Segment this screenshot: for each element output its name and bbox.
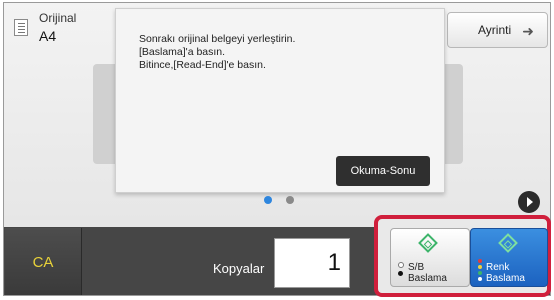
- start-icon: [498, 233, 518, 253]
- bw-start-label: S/B Baslama: [408, 262, 447, 284]
- detail-button-label: Ayrinti: [478, 23, 512, 37]
- copies-input[interactable]: 1: [274, 238, 350, 288]
- next-original-dialog: Sonrakı orijinal belgeyi yerleştirin. [B…: [115, 8, 445, 193]
- document-icon: [14, 19, 28, 36]
- arrow-right-icon: ➜: [522, 23, 534, 39]
- color-start-label: Renk Baslama: [486, 262, 525, 284]
- color-start-label-line2: Baslama: [486, 273, 525, 284]
- start-icon: [418, 233, 438, 253]
- read-end-button[interactable]: Okuma-Sonu: [336, 156, 430, 186]
- color-start-label-line1: Renk: [486, 262, 510, 273]
- bw-start-label-line2: Baslama: [408, 273, 447, 284]
- detail-button[interactable]: Ayrinti ➜: [447, 12, 548, 48]
- bw-indicator-icon: [398, 262, 404, 279]
- original-indicator[interactable]: Orijinal A4: [14, 11, 94, 45]
- next-page-button[interactable]: [518, 191, 540, 213]
- dialog-message: Sonrakı orijinal belgeyi yerleştirin. [B…: [139, 33, 295, 72]
- color-start-button[interactable]: Renk Baslama: [470, 228, 548, 287]
- copies-label: Kopyalar: [213, 261, 265, 276]
- bw-start-button[interactable]: S/B Baslama: [390, 228, 470, 287]
- color-indicator-icon: [478, 259, 483, 283]
- dialog-message-line: Sonrakı orijinal belgeyi yerleştirin.: [139, 33, 296, 45]
- clear-all-button[interactable]: CA: [5, 228, 82, 295]
- original-label: Orijinal: [39, 11, 77, 25]
- dialog-message-line: [Baslama]'a basın.: [139, 46, 226, 58]
- page-dot-active[interactable]: [264, 196, 272, 204]
- page-dot[interactable]: [286, 196, 294, 204]
- bw-start-label-line1: S/B: [408, 262, 425, 273]
- dialog-message-line: Bitince,[Read-End]'e basın.: [139, 59, 266, 71]
- original-size: A4: [39, 28, 57, 44]
